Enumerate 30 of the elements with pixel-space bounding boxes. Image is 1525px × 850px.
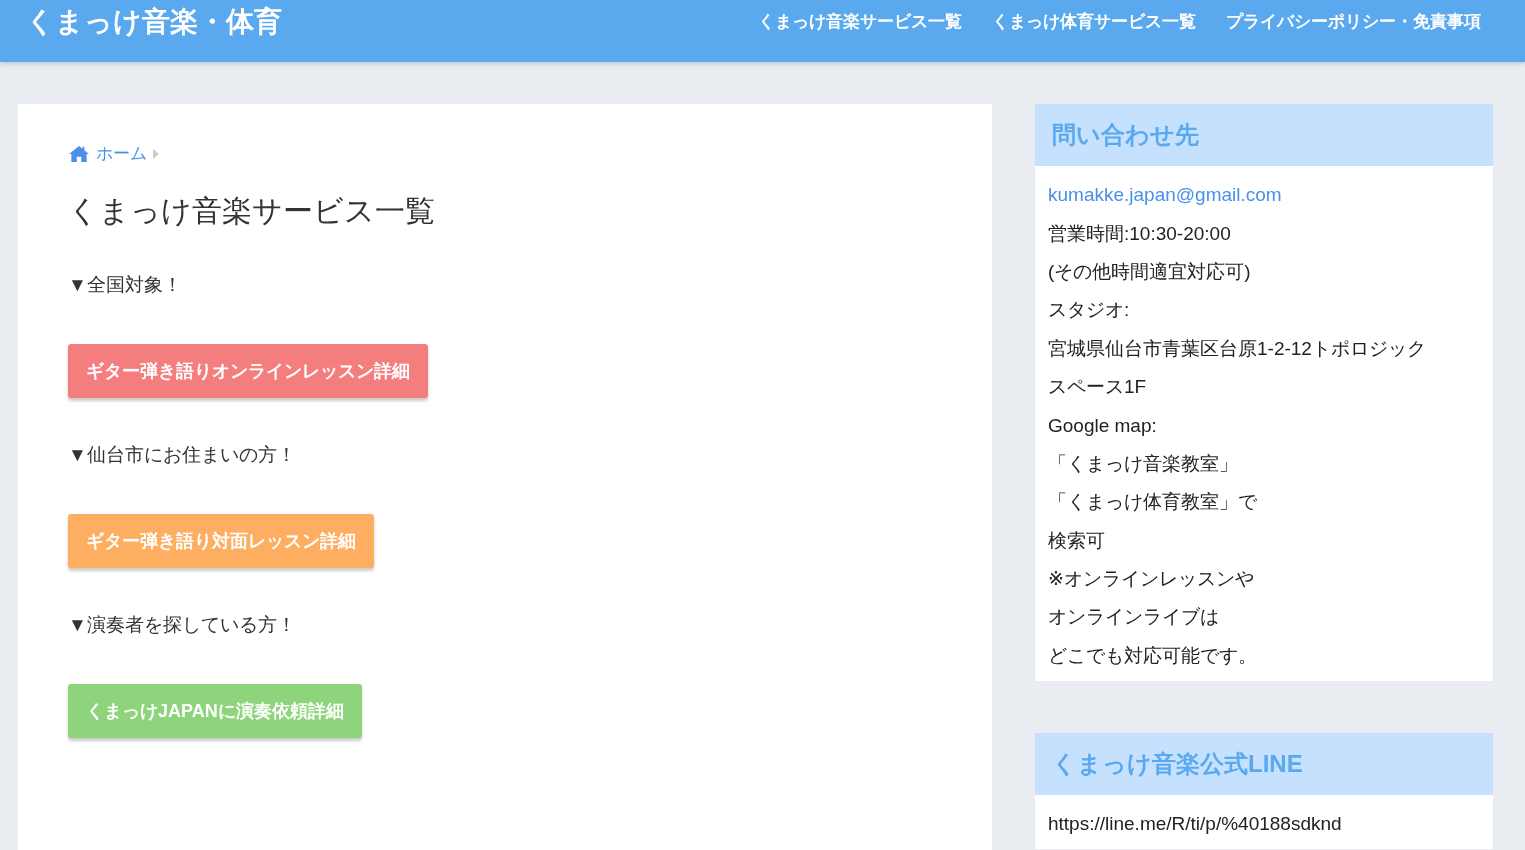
widget-title: くまっけ音楽公式LINE (1035, 733, 1493, 796)
info-text: 「くまっけ音楽教室」 (1048, 451, 1238, 476)
section-heading: ▼演奏者を探している方！ (68, 613, 297, 637)
home-icon (68, 144, 90, 163)
link-button[interactable]: ギター弾き語りオンラインレッスン詳細 (68, 344, 428, 398)
breadcrumb-link[interactable]: ホーム (68, 142, 147, 165)
info-text: スタジオ: (1048, 298, 1130, 323)
link-button[interactable]: ギター弾き語り対面レッスン詳細 (68, 514, 374, 568)
info-text: スペース1F (1048, 375, 1147, 400)
info-text: どこでも対応可能です。 (1048, 643, 1257, 668)
info-text: 営業時間:10:30-20:00 (1048, 221, 1231, 246)
info-text: 宮城県仙台市青葉区台原1-2-12トポロジック (1048, 336, 1426, 361)
caret-icon (153, 148, 159, 159)
info-text: (その他時間適宜対応可) (1048, 259, 1251, 284)
section-heading: ▼全国対象！ (68, 273, 183, 297)
nav-link[interactable]: プライバシーポリシー・免責事項 (1226, 10, 1481, 34)
section-heading: ▼仙台市にお住まいの方！ (68, 443, 297, 467)
email-link[interactable]: kumakke.japan@gmail.com (1048, 183, 1282, 208)
info-text: 「くまっけ体育教室」で (1048, 490, 1257, 515)
info-text: Google map: (1048, 413, 1157, 438)
info-text: https://line.me/R/ti/p/%40188sdknd (1048, 812, 1342, 837)
widget-title: 問い合わせ先 (1035, 104, 1493, 166)
info-text: 検索可 (1048, 528, 1105, 553)
page-title: くまっけ音楽サービス一覧 (68, 193, 436, 229)
site-title[interactable]: くまっけ音楽・体育 (26, 0, 282, 44)
info-text: オンラインライブは (1048, 605, 1219, 630)
info-text: ※オンラインレッスンや (1048, 567, 1254, 592)
nav-link[interactable]: くまっけ体育サービス一覧 (992, 10, 1196, 34)
link-button[interactable]: くまっけJAPANに演奏依頼詳細 (68, 684, 362, 738)
nav-link[interactable]: くまっけ音楽サービス一覧 (758, 10, 962, 34)
